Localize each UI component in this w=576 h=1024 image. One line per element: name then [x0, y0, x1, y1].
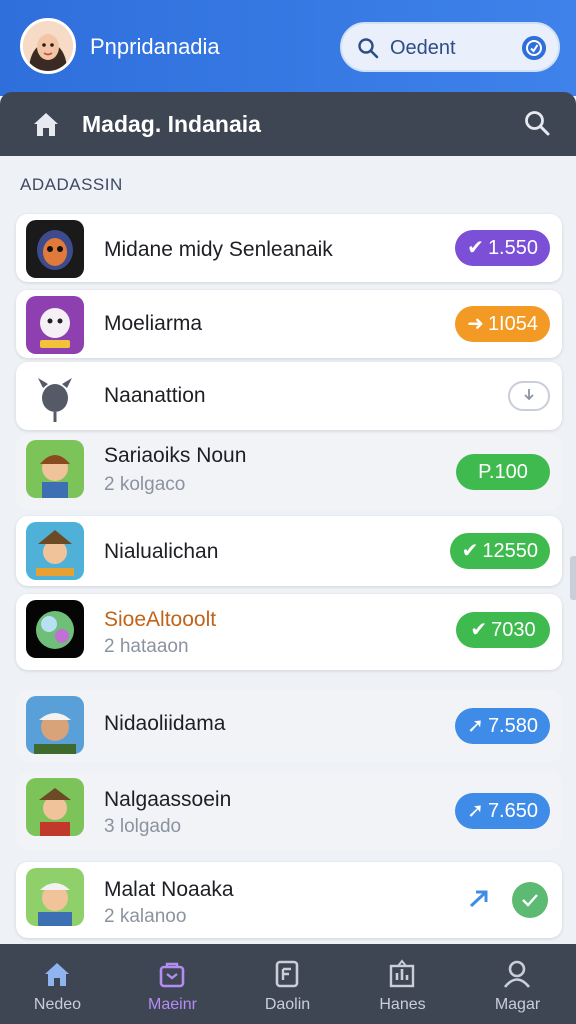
badge-value: 7030: [491, 619, 536, 641]
check-circle-icon[interactable]: [512, 882, 548, 918]
list-item[interactable]: Malat Noaaka 2 kalanoo: [16, 862, 562, 938]
badge-value: 1I054: [487, 313, 538, 335]
item-name: Nalgaassoein: [104, 788, 232, 811]
user-icon: [503, 960, 531, 988]
badge-value: P.100: [478, 461, 528, 483]
item-name: Nialualichan: [104, 540, 219, 563]
app-icon: [26, 368, 84, 426]
price-badge[interactable]: ✔ 1.550: [455, 230, 550, 266]
bottom-nav: Nedeo Maeinr Daolin Hanes Magar: [0, 944, 576, 1024]
price-badge[interactable]: P.100: [456, 454, 550, 490]
check-icon: ✔: [461, 540, 479, 562]
app-icon: [26, 778, 84, 836]
scrollbar[interactable]: [570, 556, 576, 600]
list-item[interactable]: Nalgaassoein 3 lolgado ➚ 7.650: [16, 772, 562, 850]
list-item[interactable]: SioeAltooolt 2 hataaon ✔ 7030: [16, 594, 562, 670]
item-name: SioeAltooolt: [104, 608, 217, 631]
item-subtitle: 2 kolgaco: [104, 474, 186, 495]
arrow-right-icon: ➜: [467, 313, 484, 335]
nav-item-profile[interactable]: Magar: [460, 944, 575, 1024]
home-icon[interactable]: [30, 108, 62, 140]
item-name: Sariaoiks Noun: [104, 444, 247, 467]
nav-item-daolin[interactable]: Daolin: [230, 944, 345, 1024]
item-name: Malat Noaaka: [104, 878, 234, 901]
nav-label: Hanes: [379, 996, 426, 1013]
badge-value: 7.580: [487, 715, 538, 737]
app-icon: [26, 600, 84, 658]
document-icon: [275, 960, 299, 988]
section-heading: ADADASSIN: [20, 175, 123, 194]
sub-header-bar: Madag. Indanaia: [0, 92, 576, 156]
app-title: Pnpridanadia: [90, 34, 220, 59]
price-badge[interactable]: ✔ 7030: [456, 612, 550, 648]
item-name: Naanattion: [104, 384, 206, 407]
item-name: Nidaoliidama: [104, 712, 226, 735]
check-circle-icon[interactable]: [522, 36, 546, 60]
list-item[interactable]: Sariaoiks Noun 2 kolgaco P.100: [16, 434, 562, 510]
list-item[interactable]: Nidaoliidama ➚ 7.580: [16, 690, 562, 762]
bag-icon: [159, 962, 185, 988]
nav-label: Magar: [494, 996, 541, 1013]
list-item[interactable]: Nialualichan ✔ 12550: [16, 516, 562, 586]
download-badge[interactable]: [508, 381, 550, 411]
nav-item-home[interactable]: Nedeo: [0, 944, 115, 1024]
nav-label: Nedeo: [33, 996, 82, 1013]
price-badge[interactable]: ✔ 12550: [449, 533, 550, 569]
nav-item-main[interactable]: Maeinr: [115, 944, 230, 1024]
item-subtitle: 3 lolgado: [104, 816, 182, 837]
item-name: Moeliarma: [104, 312, 203, 335]
badge-value: 7.650: [487, 800, 538, 822]
app-icon: [26, 696, 84, 754]
check-icon: ✔: [467, 237, 484, 259]
page-title: Madag. Indanaia: [82, 111, 261, 137]
item-subtitle: 2 kalanoo: [104, 906, 187, 927]
app-icon: [26, 296, 84, 354]
app-icon: [26, 440, 84, 498]
price-badge[interactable]: ➜ 1I054: [455, 306, 550, 342]
list-item[interactable]: Naanattion: [16, 362, 562, 430]
check-icon: ✔: [470, 619, 488, 641]
list-item[interactable]: Moeliarma ➜ 1I054: [16, 290, 562, 358]
price-badge[interactable]: ➚ 7.650: [455, 793, 550, 829]
search-icon: [358, 38, 379, 59]
item-subtitle: 2 hataaon: [104, 636, 189, 657]
app-icon: [26, 220, 84, 278]
badge-value: 1.550: [487, 237, 538, 259]
app-icon: [26, 522, 84, 580]
trending-icon: [469, 890, 488, 908]
item-name: Midane midy Senleanaik: [104, 238, 333, 261]
nav-item-hanes[interactable]: Hanes: [345, 944, 460, 1024]
badge-value: 12550: [482, 540, 538, 562]
nav-label: Maeinr: [148, 996, 197, 1013]
trending-icon: ➚: [467, 800, 484, 822]
trending-icon: ➚: [467, 715, 484, 737]
home-icon: [45, 963, 69, 986]
app-icon: [26, 868, 84, 926]
search-icon[interactable]: [522, 108, 552, 138]
list-item[interactable]: Midane midy Senleanaik ✔ 1.550: [16, 214, 562, 282]
price-badge[interactable]: ➚ 7.580: [455, 708, 550, 744]
chart-icon: [389, 959, 415, 988]
nav-label: Daolin: [264, 996, 311, 1013]
download-icon: [524, 389, 534, 401]
search-input[interactable]: [390, 34, 510, 62]
top-search-bar[interactable]: [340, 22, 560, 72]
top-app-bar: Pnpridanadia: [0, 0, 576, 96]
avatar[interactable]: [20, 18, 76, 74]
